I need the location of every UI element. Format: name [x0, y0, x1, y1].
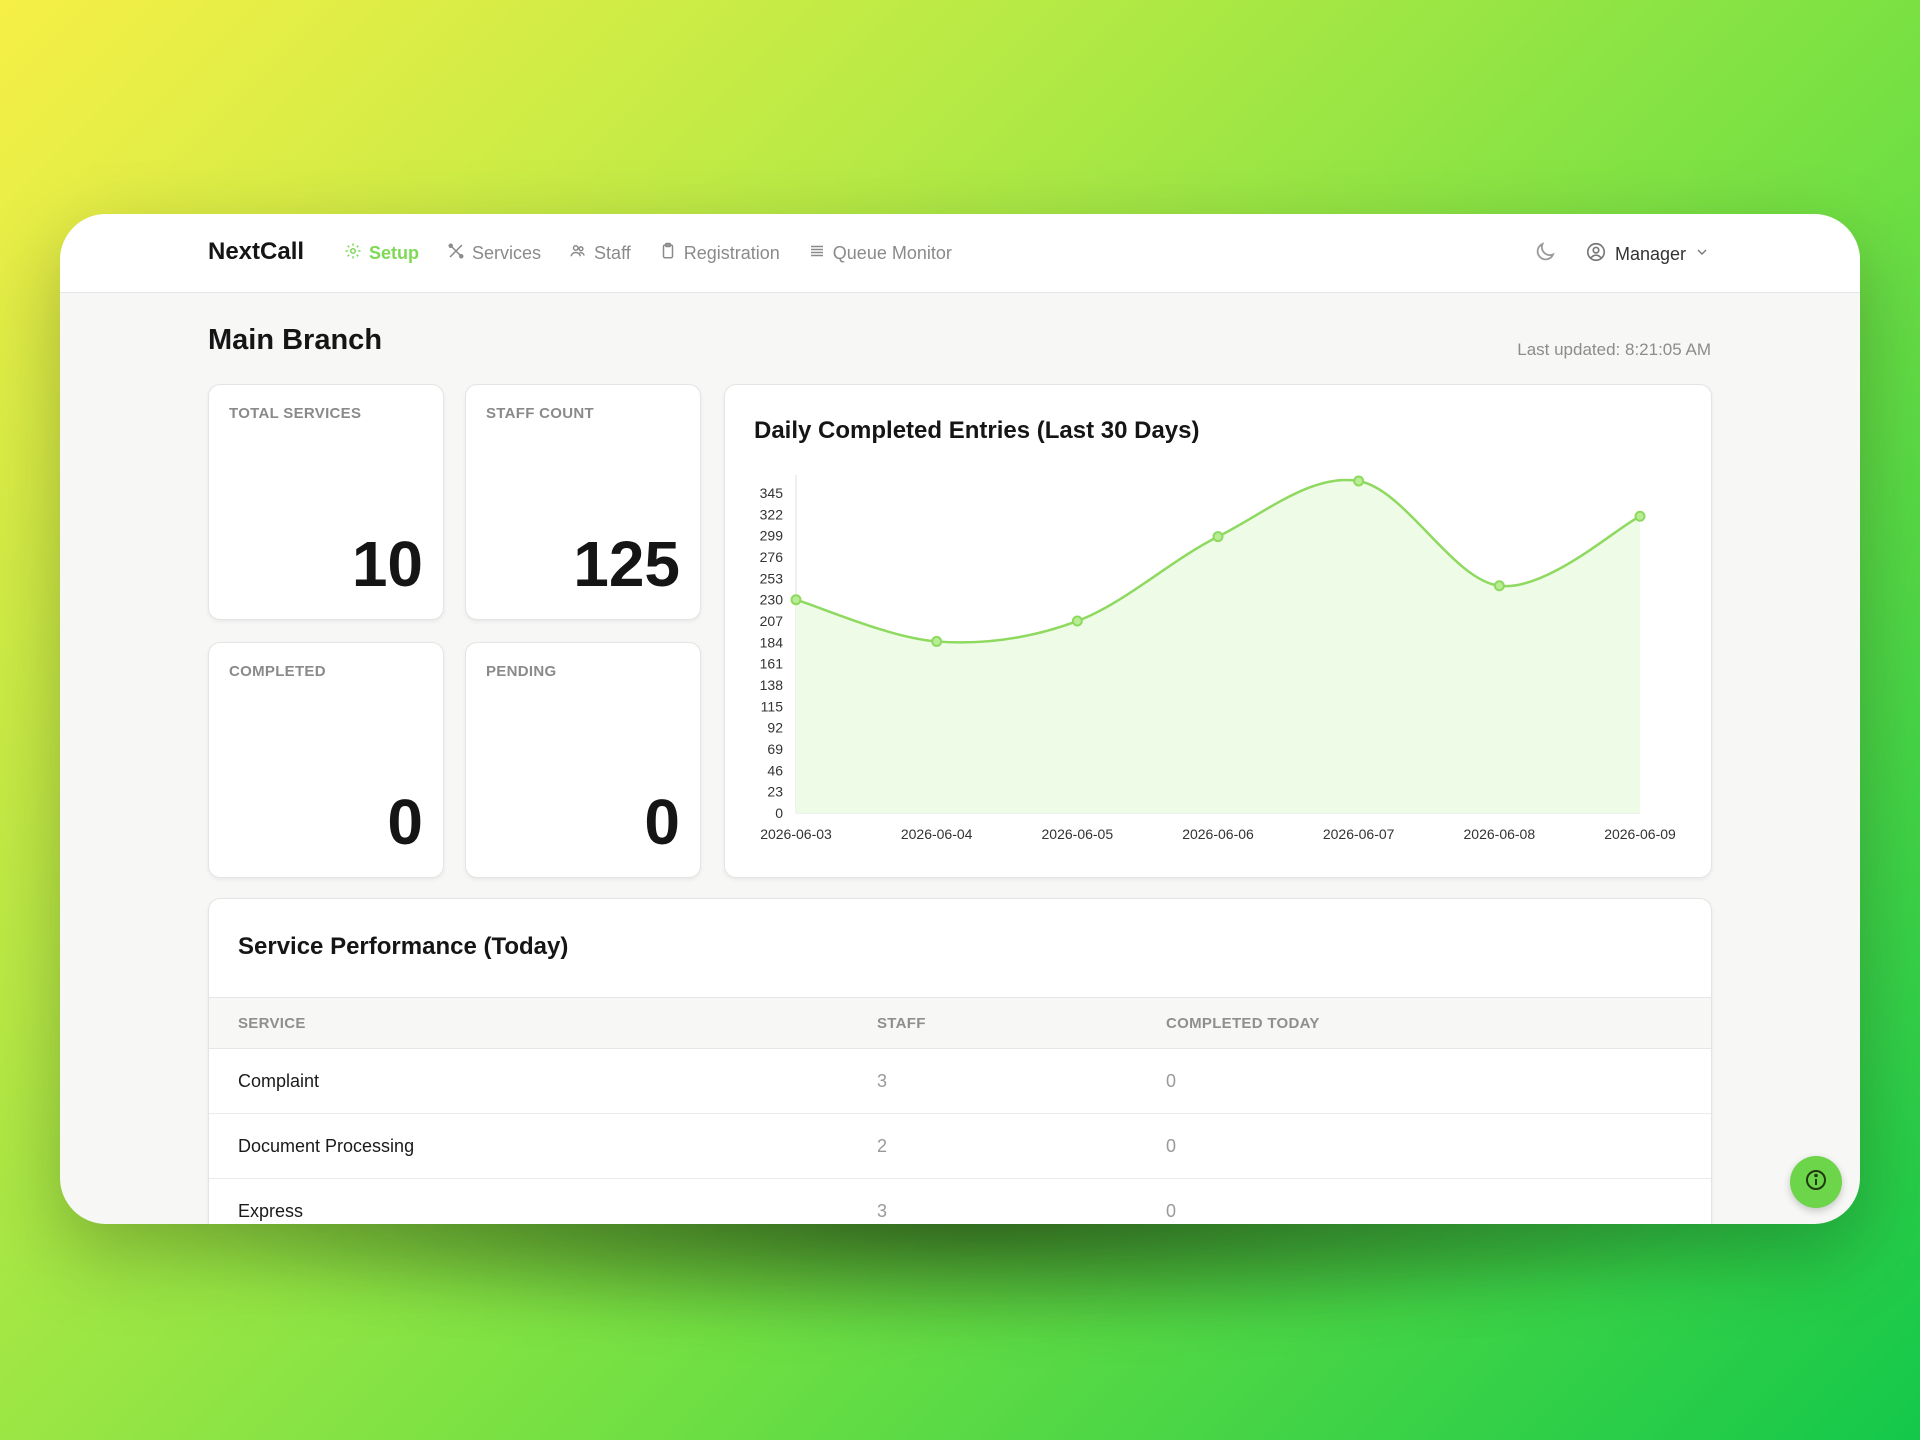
user-circle-icon — [1585, 241, 1607, 268]
y-tick-label: 207 — [760, 613, 784, 629]
last-updated-text: Last updated: 8:21:05 AM — [1517, 340, 1711, 359]
nav-label-queue-monitor: Queue Monitor — [832, 243, 952, 263]
app-window: NextCall Setup Services Staff Registrati… — [60, 214, 1860, 1224]
y-tick-label: 299 — [760, 528, 784, 544]
stat-card-total-services: TOTAL SERVICES 10 — [208, 384, 444, 620]
stat-value: 0 — [387, 786, 423, 858]
y-tick-label: 92 — [767, 720, 783, 736]
data-point — [1353, 475, 1365, 487]
y-tick-label: 184 — [760, 634, 784, 650]
cell-service: Document Processing — [238, 1136, 415, 1156]
cell-completed: 0 — [1166, 1136, 1177, 1156]
x-tick-label: 2026-06-07 — [1323, 826, 1395, 842]
data-point — [931, 635, 943, 647]
table-row[interactable]: Express 3 0 — [209, 1179, 1711, 1224]
y-tick-label: 161 — [760, 656, 784, 672]
user-menu[interactable]: Manager — [1585, 241, 1710, 268]
cell-staff: 2 — [877, 1136, 888, 1156]
navbar-actions: Manager — [1533, 240, 1710, 269]
column-header-staff[interactable]: STAFF — [877, 1015, 926, 1032]
y-tick-label: 69 — [767, 741, 783, 757]
cell-completed: 0 — [1166, 1201, 1177, 1221]
users-icon — [569, 242, 587, 265]
stat-card-staff-count: STAFF COUNT 125 — [465, 384, 701, 620]
table-header: SERVICE STAFF COMPLETED TODAY — [209, 997, 1711, 1049]
cell-completed: 0 — [1166, 1071, 1177, 1091]
data-point — [790, 594, 802, 606]
cell-staff: 3 — [877, 1071, 888, 1091]
x-tick-label: 2026-06-03 — [760, 826, 832, 842]
service-performance-card: Service Performance (Today) SERVICE STAF… — [208, 898, 1712, 1224]
cell-service: Complaint — [238, 1071, 320, 1091]
x-tick-label: 2026-06-08 — [1464, 826, 1536, 842]
x-tick-label: 2026-06-04 — [901, 826, 973, 842]
table-title: Service Performance (Today) — [238, 933, 569, 960]
area-chart: 0 23 46 69 92 115 138 161 184 207 230 253 276 299 322 3… — [760, 475, 1676, 842]
top-navbar: NextCall Setup Services Staff Registrati… — [60, 214, 1860, 293]
clipboard-icon — [659, 242, 677, 265]
x-tick-label: 2026-06-05 — [1042, 826, 1114, 842]
table-row[interactable]: Document Processing 2 0 — [209, 1114, 1711, 1179]
gear-icon — [344, 242, 362, 265]
y-tick-label: 322 — [760, 506, 784, 522]
y-tick-label: 230 — [760, 592, 784, 608]
nav-item-setup[interactable]: Setup — [344, 242, 419, 265]
nav-item-staff[interactable]: Staff — [569, 242, 631, 265]
stat-value: 125 — [573, 528, 680, 600]
data-point — [1212, 531, 1224, 543]
list-icon — [808, 242, 826, 265]
stat-label: PENDING — [486, 663, 557, 680]
user-menu-label: Manager — [1614, 244, 1686, 264]
stat-value: 0 — [644, 786, 680, 858]
series-area-fill — [796, 479, 1640, 813]
table-row[interactable]: Complaint 3 0 — [209, 1049, 1711, 1114]
stat-label: STAFF COUNT — [486, 405, 595, 422]
stat-card-pending: PENDING 0 — [465, 642, 701, 878]
data-point — [1071, 615, 1083, 627]
stat-value: 10 — [351, 528, 423, 600]
nav-label-services: Services — [472, 243, 542, 263]
page-title: Main Branch — [208, 324, 383, 356]
moon-icon[interactable] — [1533, 240, 1557, 269]
x-tick-label: 2026-06-09 — [1604, 826, 1676, 842]
nav-label-registration: Registration — [683, 243, 780, 263]
y-tick-label: 276 — [760, 549, 784, 565]
nav-label-staff: Staff — [594, 243, 631, 263]
chart-card: Daily Completed Entries (Last 30 Days) 0… — [724, 384, 1712, 878]
main-nav: Setup Services Staff Registration Queue … — [344, 242, 980, 265]
nav-item-queue-monitor[interactable]: Queue Monitor — [808, 242, 952, 265]
cell-service: Express — [238, 1201, 304, 1221]
data-point — [1634, 510, 1646, 522]
y-tick-label: 0 — [775, 805, 783, 821]
y-tick-label: 138 — [760, 677, 784, 693]
y-tick-label: 46 — [767, 762, 783, 778]
tools-icon — [447, 242, 465, 265]
column-header-service[interactable]: SERVICE — [238, 1015, 306, 1032]
cell-staff: 3 — [877, 1201, 888, 1221]
service-performance-table: SERVICE STAFF COMPLETED TODAY Complaint … — [209, 997, 1711, 1224]
data-point — [1493, 580, 1505, 592]
nav-item-registration[interactable]: Registration — [659, 242, 780, 265]
info-button[interactable] — [1790, 1156, 1842, 1208]
nav-label-setup: Setup — [369, 243, 420, 263]
stat-card-completed: COMPLETED 0 — [208, 642, 444, 878]
brand-logo[interactable]: NextCall — [208, 238, 304, 266]
stat-label: COMPLETED — [229, 663, 326, 680]
y-tick-label: 23 — [767, 784, 783, 800]
column-header-completed-today[interactable]: COMPLETED TODAY — [1166, 1015, 1320, 1032]
y-tick-label: 345 — [760, 485, 784, 501]
y-tick-label: 115 — [761, 698, 784, 714]
info-icon — [1804, 1168, 1828, 1197]
y-tick-label: 253 — [760, 570, 784, 586]
chevron-down-icon — [1694, 244, 1710, 265]
nav-item-services[interactable]: Services — [447, 242, 541, 265]
x-tick-label: 2026-06-06 — [1182, 826, 1254, 842]
stat-label: TOTAL SERVICES — [229, 405, 362, 422]
